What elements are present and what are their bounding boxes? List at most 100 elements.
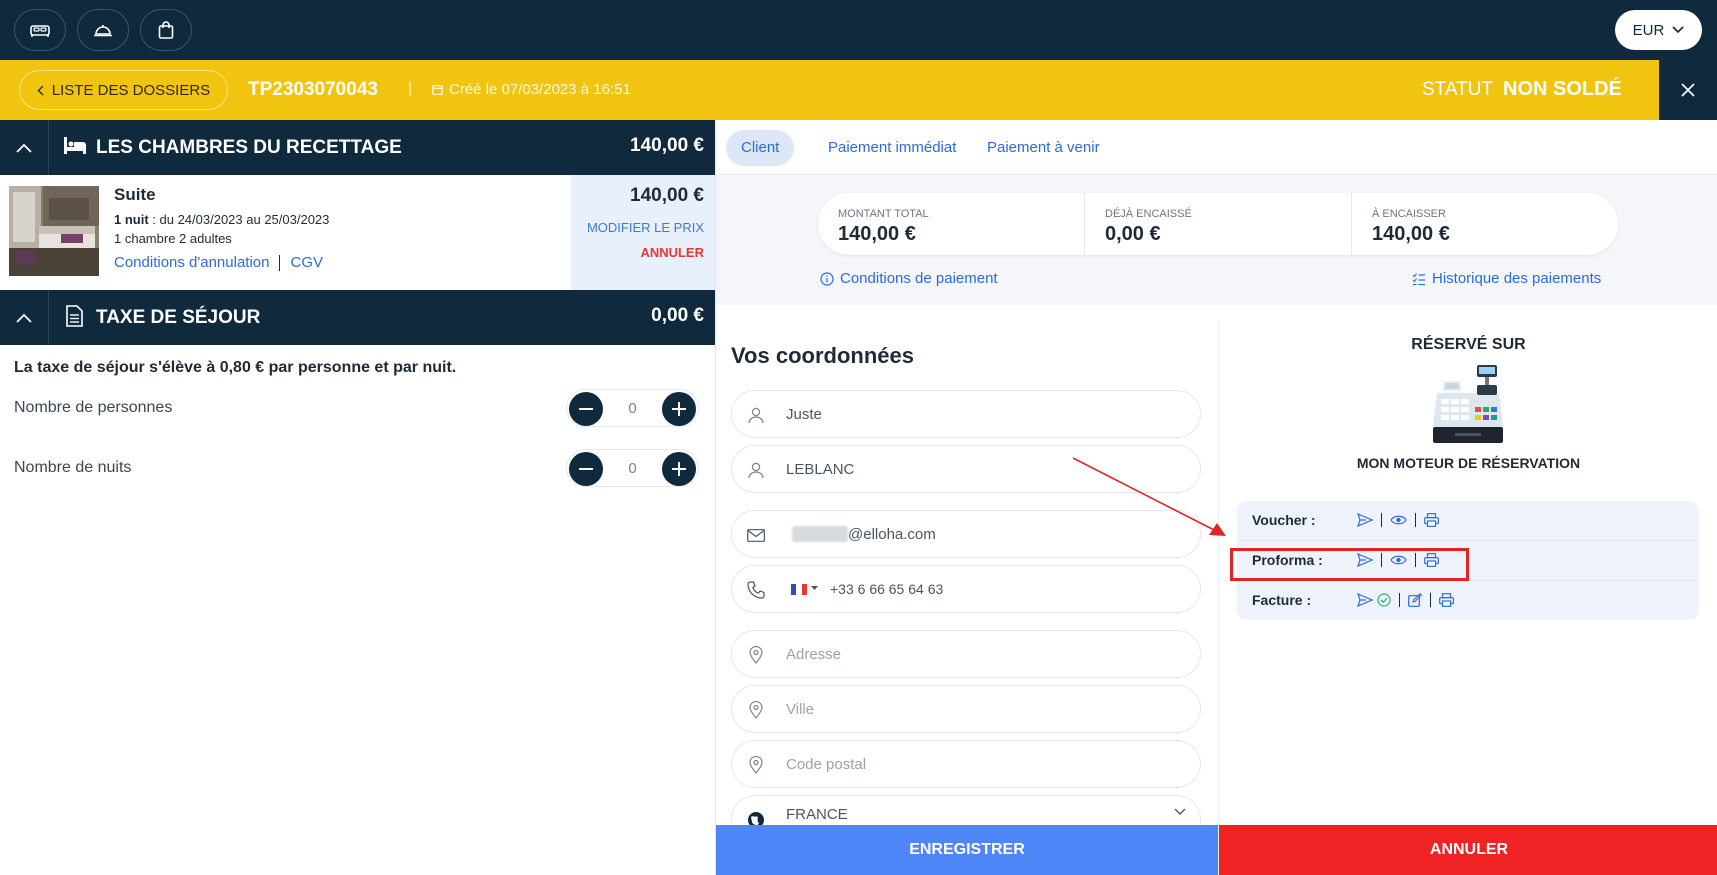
persons-stepper: 0 [566, 389, 699, 427]
document-icon [66, 305, 83, 327]
location-pin-icon [744, 698, 768, 722]
nights-label: Nombre de nuits [14, 459, 132, 476]
country-select[interactable]: FRANCE [731, 795, 1201, 828]
bed-icon [30, 22, 50, 38]
dossier-reference: TP2303070043 [248, 79, 378, 100]
due-amount-label: À ENCAISSER [1372, 208, 1446, 220]
city-placeholder: Ville [786, 701, 815, 718]
cancellation-conditions-link[interactable]: Conditions d'annulation [114, 254, 269, 271]
send-icon[interactable] [1357, 513, 1373, 527]
room-price: 140,00 € [630, 185, 704, 206]
contact-form-title: Vos coordonnées [731, 343, 914, 368]
cgv-link[interactable]: CGV [290, 254, 323, 271]
voucher-actions [1357, 513, 1439, 527]
user-icon [744, 458, 768, 482]
tab-client[interactable]: Client [726, 130, 795, 166]
city-field[interactable]: Ville [731, 685, 1201, 733]
phone-field[interactable]: +33 6 66 65 64 63 [731, 565, 1201, 613]
last-name-value: LEBLANC [786, 461, 855, 478]
cancel-button[interactable]: ANNULER [1219, 825, 1717, 875]
nights-stepper: 0 [566, 449, 699, 487]
close-dossier-button[interactable] [1659, 60, 1717, 120]
tax-section-title: TAXE DE SÉJOUR [96, 307, 261, 328]
room-price-box: 140,00 € MODIFIER LE PRIX ANNULER [571, 175, 715, 290]
room-nights: 1 nuit [114, 212, 149, 227]
voucher-label: Voucher : [1252, 512, 1316, 528]
chevron-up-icon [16, 313, 32, 323]
back-to-list-button[interactable]: LISTE DES DOSSIERS [19, 70, 228, 110]
room-line-item: Suite 1 nuit : du 24/03/2023 au 25/03/20… [0, 175, 715, 290]
persons-label: Nombre de personnes [14, 399, 173, 416]
plus-icon [672, 402, 686, 416]
plus-icon [672, 462, 686, 476]
contact-form: Vos coordonnées Juste LEBLANC @elloha.co… [716, 320, 1218, 875]
postal-code-placeholder: Code postal [786, 756, 867, 773]
invoice-label: Facture : [1252, 592, 1312, 608]
total-amount-value: 140,00 € [838, 223, 916, 245]
france-flag-icon[interactable] [791, 584, 807, 595]
user-icon [744, 403, 768, 427]
action-divider [1430, 593, 1431, 607]
tab-future-payment[interactable]: Paiement à venir [972, 130, 1115, 166]
voucher-row: Voucher : [1237, 501, 1699, 541]
booking-source-name: MON MOTEUR DE RÉSERVATION [1356, 455, 1581, 471]
left-panel: LES CHAMBRES DU RECETTAGE 140,00 € Suite… [0, 120, 715, 875]
cloche-icon [93, 22, 113, 38]
currency-selector[interactable]: EUR [1615, 10, 1702, 50]
status-label: STATUT [1422, 79, 1494, 100]
location-pin-icon [744, 753, 768, 777]
payment-conditions-link[interactable]: Conditions de paiement [820, 270, 998, 287]
action-divider [1399, 593, 1400, 607]
chevron-up-icon [16, 143, 32, 153]
invoice-actions [1357, 593, 1454, 607]
rooms-section-title: LES CHAMBRES DU RECETTAGE [96, 137, 402, 158]
status-badge: NON SOLDÉ [1503, 78, 1622, 100]
services-menu-button[interactable] [77, 9, 129, 51]
eye-icon[interactable] [1390, 514, 1407, 526]
chevron-down-icon [1174, 808, 1186, 816]
address-placeholder: Adresse [786, 646, 842, 663]
print-icon[interactable] [1439, 593, 1454, 607]
save-button[interactable]: ENREGISTRER [716, 825, 1218, 875]
action-divider [1415, 513, 1416, 527]
tax-total: 0,00 € [651, 305, 704, 326]
room-dates: 1 nuit : du 24/03/2023 au 25/03/2023 [114, 212, 329, 227]
rooms-section-header: LES CHAMBRES DU RECETTAGE 140,00 € [0, 120, 715, 175]
paid-amount-label: DÉJÀ ENCAISSÉ [1105, 208, 1192, 220]
total-amount-cell: MONTANT TOTAL 140,00 € [818, 193, 1084, 255]
creation-date: Créé le 07/03/2023 à 16:51 [432, 81, 631, 98]
send-icon[interactable] [1357, 593, 1373, 607]
checklist-icon [1412, 272, 1426, 286]
modify-price-button[interactable]: MODIFIER LE PRIX [587, 220, 704, 235]
print-icon[interactable] [1424, 513, 1439, 527]
payment-history-link[interactable]: Historique des paiements [1412, 270, 1601, 287]
rooms-menu-button[interactable] [14, 9, 66, 51]
persons-increment-button[interactable] [662, 392, 696, 426]
bed-icon [63, 134, 87, 156]
tab-immediate-payment[interactable]: Paiement immédiat [813, 130, 971, 166]
payment-conditions-text: Conditions de paiement [840, 270, 998, 287]
rooms-total: 140,00 € [630, 135, 704, 156]
currency-value: EUR [1632, 21, 1665, 39]
tax-collapse-toggle[interactable] [0, 290, 49, 345]
edit-icon[interactable] [1408, 593, 1422, 607]
close-icon [1681, 83, 1695, 97]
rooms-collapse-toggle[interactable] [0, 120, 49, 175]
payment-history-text: Historique des paiements [1432, 270, 1602, 287]
dossier-header-bar: LISTE DES DOSSIERS TP2303070043 | Créé l… [0, 60, 1717, 120]
caret-down-icon [811, 586, 818, 591]
tax-section-header: TAXE DE SÉJOUR 0,00 € [0, 290, 715, 345]
link-divider [279, 254, 281, 271]
shop-menu-button[interactable] [140, 9, 192, 51]
nights-increment-button[interactable] [662, 452, 696, 486]
first-name-field[interactable]: Juste [731, 390, 1201, 438]
email-redacted-part [792, 526, 848, 542]
cancel-room-button[interactable]: ANNULER [640, 245, 704, 260]
paid-amount-cell: DÉJÀ ENCAISSÉ 0,00 € [1084, 193, 1351, 255]
room-links: Conditions d'annulation CGV [114, 254, 323, 271]
email-value: @elloha.com [848, 526, 936, 543]
address-field[interactable]: Adresse [731, 630, 1201, 678]
envelope-icon [744, 523, 768, 547]
top-navigation-bar: EUR [0, 0, 1717, 60]
postal-code-field[interactable]: Code postal [731, 740, 1201, 788]
